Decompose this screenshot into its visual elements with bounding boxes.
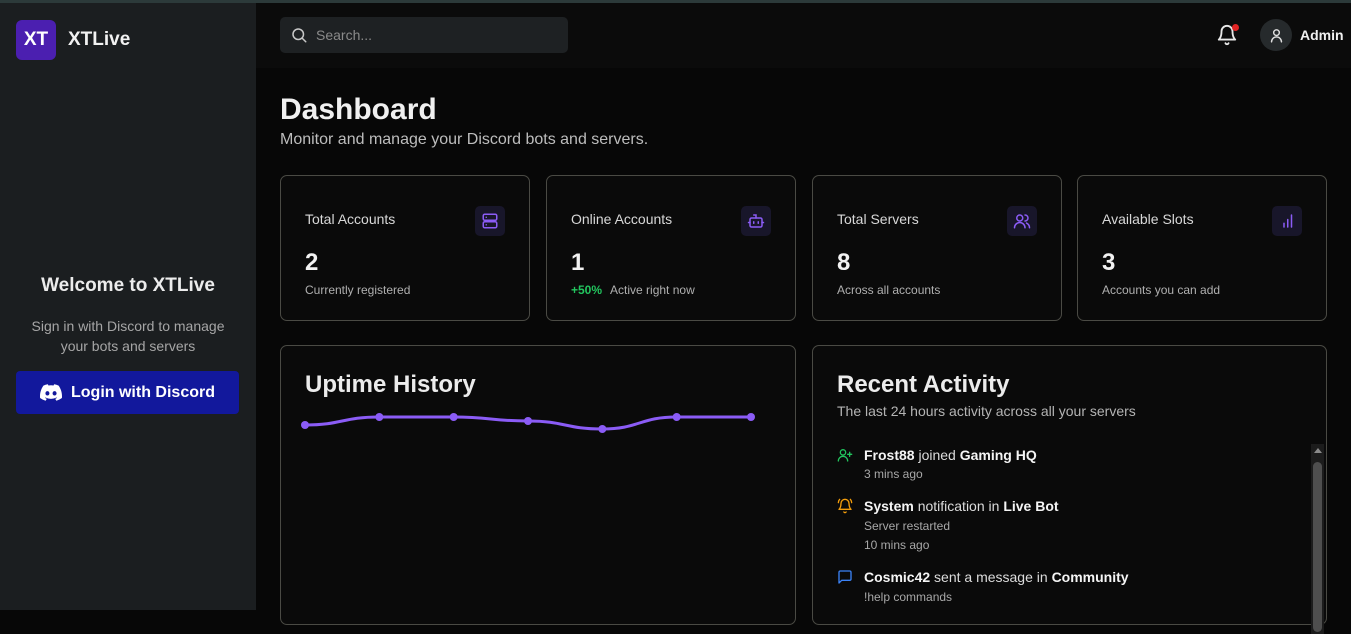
- activity-text: Cosmic42 sent a message in Community: [864, 569, 1129, 585]
- server-icon: [475, 206, 505, 236]
- activity-panel: Recent Activity The last 24 hours activi…: [812, 345, 1327, 634]
- activity-list: Frost88 joined Gaming HQ 3 mins ago Syst…: [837, 446, 1307, 620]
- activity-time: 3 mins ago: [864, 467, 923, 481]
- activity-detail: Server restarted: [864, 519, 951, 533]
- stat-card-total-accounts: Total Accounts 2 Currently registered: [280, 175, 530, 321]
- uptime-point-6[interactable]: [747, 413, 755, 421]
- page-subtitle: Monitor and manage your Discord bots and…: [280, 131, 649, 148]
- welcome-title: Welcome to XTLive: [41, 275, 215, 296]
- brand-logo: XT: [16, 20, 56, 60]
- user-plus-icon: [837, 449, 853, 462]
- activity-text: System notification in Live Bot: [864, 498, 1059, 514]
- uptime-point-2[interactable]: [449, 413, 458, 421]
- brand-name: XTLive: [68, 29, 131, 50]
- sidebar: XT XTLive Welcome to XTLive Sign in with…: [0, 3, 256, 610]
- search-input[interactable]: [316, 27, 546, 43]
- scroll-thumb[interactable]: [1313, 462, 1322, 632]
- stat-value: 3: [1102, 249, 1116, 276]
- stat-value: 8: [837, 249, 851, 276]
- uptime-point-0[interactable]: [301, 421, 309, 429]
- page-title: Dashboard: [280, 93, 437, 126]
- avatar[interactable]: [1260, 19, 1292, 51]
- stat-label: Total Servers: [837, 211, 919, 227]
- activity-title: Recent Activity: [837, 371, 1010, 398]
- stat-label: Online Accounts: [571, 211, 673, 227]
- stat-label: Available Slots: [1102, 211, 1194, 227]
- stat-note: Currently registered: [305, 283, 411, 297]
- activity-text: Frost88 joined Gaming HQ: [864, 447, 1037, 463]
- login-button-label: Login with Discord: [71, 383, 215, 401]
- activity-time: 10 mins ago: [864, 538, 930, 552]
- uptime-title: Uptime History: [305, 371, 476, 398]
- stat-card-online-accounts: Online Accounts 1 +50% Active right now: [546, 175, 796, 321]
- welcome-subtitle: Sign in with Discord to manage your bots…: [31, 318, 225, 354]
- discord-icon: [40, 384, 62, 401]
- bot-icon: [741, 206, 771, 236]
- top-header: Admin: [256, 3, 1351, 68]
- stat-note: Accounts you can add: [1102, 283, 1221, 297]
- activity-detail: !help commands: [864, 590, 953, 604]
- stat-card-total-servers: Total Servers 8 Across all accounts: [812, 175, 1062, 321]
- user-icon: [1270, 28, 1282, 43]
- stat-card-available-slots: Available Slots 3 Accounts you can add: [1077, 175, 1327, 321]
- scroll-up-arrow-icon[interactable]: [1314, 448, 1322, 453]
- stat-change: +50%: [571, 283, 603, 297]
- bar-chart-icon: [1272, 206, 1302, 236]
- stat-note: +50% Active right now: [571, 283, 695, 297]
- bell-ring-icon: [837, 498, 853, 514]
- uptime-panel: Uptime History: [280, 345, 796, 625]
- uptime-point-3[interactable]: [524, 417, 532, 425]
- activity-item[interactable]: Frost88 joined Gaming HQ 3 mins ago: [837, 446, 1307, 483]
- search-icon: [292, 28, 307, 43]
- stat-value: 2: [305, 249, 319, 276]
- brand[interactable]: XT XTLive: [16, 20, 130, 60]
- activity-item[interactable]: System notification in Live Bot Server r…: [837, 497, 1307, 554]
- user-name[interactable]: Admin: [1300, 27, 1344, 43]
- uptime-point-5[interactable]: [672, 413, 681, 421]
- message-icon: [838, 570, 852, 584]
- activity-subtitle: The last 24 hours activity across all yo…: [837, 403, 1136, 419]
- uptime-chart: [301, 413, 755, 433]
- search-bar[interactable]: [280, 17, 568, 53]
- stat-value: 1: [571, 249, 585, 276]
- login-with-discord-button[interactable]: Login with Discord: [16, 371, 239, 414]
- activity-scrollbar[interactable]: [1311, 444, 1324, 634]
- notifications-button[interactable]: [1216, 24, 1240, 48]
- stat-note: Across all accounts: [837, 283, 941, 297]
- notification-dot: [1232, 24, 1239, 31]
- users-icon: [1007, 206, 1037, 236]
- uptime-point-4[interactable]: [598, 425, 607, 433]
- uptime-point-1[interactable]: [375, 413, 384, 421]
- stat-label: Total Accounts: [305, 211, 396, 227]
- activity-item[interactable]: Cosmic42 sent a message in Community !he…: [837, 568, 1307, 606]
